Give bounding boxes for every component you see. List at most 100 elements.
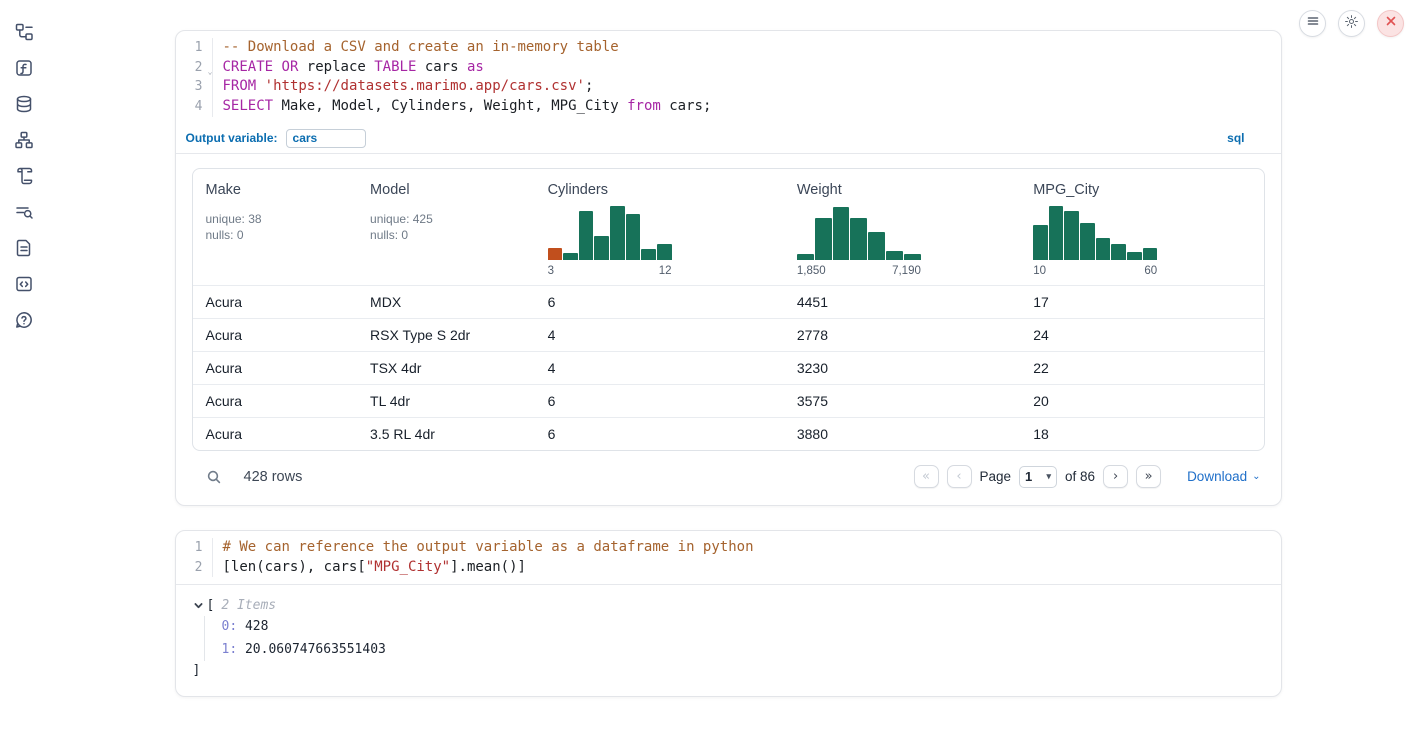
- data-table: Makeunique: 38nulls: 0Modelunique: 425nu…: [192, 168, 1265, 451]
- line-number: 4: [176, 97, 212, 117]
- output-variable-input[interactable]: [286, 129, 366, 148]
- column-header[interactable]: Weight 1,8507,190: [784, 169, 1020, 285]
- table-row[interactable]: AcuraTSX 4dr4323022: [193, 351, 1264, 384]
- tree-entry-value: 20.060747663551403: [237, 642, 386, 657]
- table-body: AcuraMDX6445117AcuraRSX Type S 2dr427782…: [193, 285, 1264, 450]
- line-number: 1: [176, 538, 212, 558]
- function-icon[interactable]: [14, 58, 34, 78]
- database-icon[interactable]: [14, 94, 34, 114]
- python-code-editor[interactable]: 1# We can reference the output variable …: [176, 531, 1281, 584]
- column-header[interactable]: Cylinders312: [535, 169, 784, 285]
- table-row[interactable]: AcuraMDX6445117: [193, 285, 1264, 318]
- table-cell: Acura: [193, 294, 358, 310]
- histogram-bar: [579, 211, 594, 260]
- table-cell: 18: [1020, 426, 1263, 442]
- table-cell: 20: [1020, 393, 1263, 409]
- histogram-bar: [548, 248, 563, 260]
- table-row[interactable]: AcuraRSX Type S 2dr4277824: [193, 318, 1264, 351]
- column-histogram: 1,8507,190: [797, 204, 921, 277]
- histogram-bar: [1064, 211, 1079, 260]
- code-text: FROM 'https://datasets.marimo.app/cars.c…: [212, 77, 1281, 97]
- file-tree-icon[interactable]: [14, 22, 34, 42]
- next-page-button[interactable]: ›: [1103, 465, 1128, 488]
- code-line: 1-- Download a CSV and create an in-memo…: [176, 38, 1281, 58]
- table-row[interactable]: AcuraTL 4dr6357520: [193, 384, 1264, 417]
- histogram-bar: [1033, 225, 1048, 260]
- gear-icon: [1344, 14, 1359, 34]
- tree-root: [ 2 Items: [193, 598, 1265, 613]
- table-cell: 4: [535, 327, 784, 343]
- items-count-label: 2 Items: [221, 598, 276, 613]
- histogram-bar: [904, 254, 921, 260]
- histogram-bar: [641, 249, 656, 260]
- settings-button[interactable]: [1338, 10, 1365, 37]
- line-number: 2: [176, 558, 212, 578]
- code-text: SELECT Make, Model, Cylinders, Weight, M…: [212, 97, 1281, 117]
- close-bracket: ]: [193, 663, 1265, 678]
- download-button[interactable]: Download ⌄: [1187, 469, 1260, 484]
- help-circle-icon[interactable]: [14, 310, 34, 330]
- tree-entry-key: 0:: [222, 619, 238, 634]
- column-header[interactable]: Makeunique: 38nulls: 0: [193, 169, 358, 285]
- dependency-graph-icon[interactable]: [14, 130, 34, 150]
- search-icon[interactable]: [206, 469, 222, 485]
- histogram-bar: [563, 253, 578, 260]
- table-cell: 4451: [784, 294, 1020, 310]
- histogram-axis-labels: 1,8507,190: [797, 265, 921, 277]
- column-name: Weight: [797, 182, 1014, 198]
- page-select-value: 1: [1025, 469, 1032, 484]
- prev-page-button[interactable]: ‹: [947, 465, 972, 488]
- sql-code-editor[interactable]: 1-- Download a CSV and create an in-memo…: [176, 31, 1281, 124]
- table-footer: 428 rows « ‹ Page 1 ▾ of 86 › » Download…: [192, 462, 1265, 492]
- histogram-bar: [626, 214, 641, 260]
- collapse-chevron-icon[interactable]: [193, 600, 204, 611]
- histogram-bar: [833, 207, 850, 260]
- shutdown-button[interactable]: [1377, 10, 1404, 37]
- tree-entry: 0: 428: [222, 616, 1265, 639]
- python-cell: 1# We can reference the output variable …: [175, 530, 1282, 697]
- table-cell: RSX Type S 2dr: [357, 327, 535, 343]
- histogram-bar: [1127, 252, 1142, 260]
- sql-cell: 1-- Download a CSV and create an in-memo…: [175, 30, 1282, 506]
- list-search-icon[interactable]: [14, 202, 34, 222]
- table-cell: Acura: [193, 393, 358, 409]
- notebook-actions: [1299, 10, 1404, 37]
- tree-entry-value: 428: [237, 619, 268, 634]
- sql-cell-output: Makeunique: 38nulls: 0Modelunique: 425nu…: [176, 154, 1281, 505]
- column-histogram: 1060: [1033, 204, 1157, 277]
- histogram-bar: [1080, 223, 1095, 260]
- histogram-bar: [850, 218, 867, 260]
- code-text: # We can reference the output variable a…: [212, 538, 1281, 558]
- line-number: 1: [176, 38, 212, 58]
- menu-button[interactable]: [1299, 10, 1326, 37]
- histogram-bar: [1143, 248, 1158, 260]
- code-text: -- Download a CSV and create an in-memor…: [212, 38, 1281, 58]
- language-badge[interactable]: sql: [1227, 131, 1244, 145]
- code-box-icon[interactable]: [14, 274, 34, 294]
- column-name: MPG_City: [1033, 182, 1257, 198]
- table-cell: 17: [1020, 294, 1263, 310]
- column-name: Cylinders: [548, 182, 778, 198]
- histogram-bar: [1096, 238, 1111, 260]
- table-cell: TL 4dr: [357, 393, 535, 409]
- table-row[interactable]: Acura3.5 RL 4dr6388018: [193, 417, 1264, 450]
- chevron-down-icon: ▾: [1047, 471, 1052, 482]
- page-select[interactable]: 1 ▾: [1019, 466, 1057, 488]
- code-text: [len(cars), cars["MPG_City"].mean()]: [212, 558, 1281, 578]
- code-line: 4SELECT Make, Model, Cylinders, Weight, …: [176, 97, 1281, 117]
- column-header[interactable]: Modelunique: 425nulls: 0: [357, 169, 535, 285]
- scroll-icon[interactable]: [14, 166, 34, 186]
- open-bracket: [: [207, 598, 215, 613]
- column-header[interactable]: MPG_City 1060: [1020, 169, 1263, 285]
- histogram-bars: [548, 204, 672, 260]
- code-line: 2[len(cars), cars["MPG_City"].mean()]: [176, 558, 1281, 578]
- line-number: 2⌄: [176, 58, 212, 78]
- document-icon[interactable]: [14, 238, 34, 258]
- page-total-label: of 86: [1065, 469, 1095, 484]
- histogram-bars: [1033, 204, 1157, 260]
- last-page-button[interactable]: »: [1136, 465, 1161, 488]
- first-page-button[interactable]: «: [914, 465, 939, 488]
- close-icon: [1384, 14, 1398, 33]
- histogram-bar: [657, 244, 672, 260]
- helper-panel-sidebar: [0, 0, 48, 729]
